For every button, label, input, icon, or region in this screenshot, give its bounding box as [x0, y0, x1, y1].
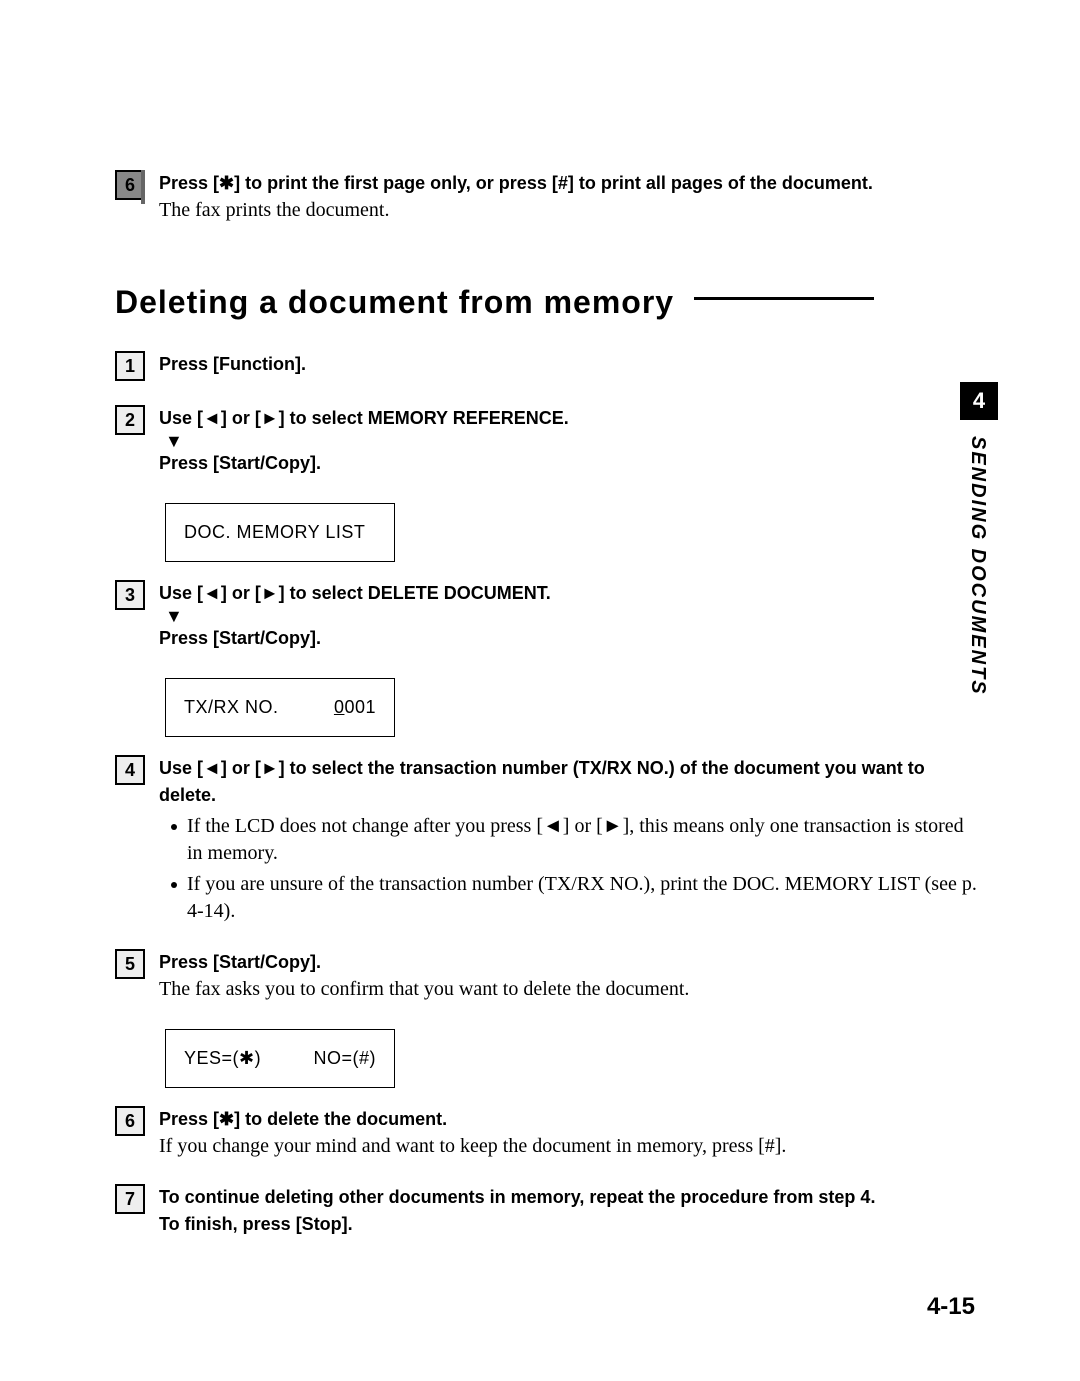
lcd-value: 0001: [334, 697, 376, 718]
step-line2: Press [Start/Copy].: [159, 628, 321, 648]
arrow-right-icon: ►: [603, 815, 623, 837]
step-line2: Press [Start/Copy].: [159, 453, 321, 473]
chapter-number-badge: 4: [960, 382, 998, 420]
step-description: The fax prints the document.: [159, 199, 390, 221]
lcd-label: TX/RX NO.: [184, 697, 279, 718]
lcd-yes: YES=(✱): [184, 1048, 261, 1069]
lcd-display: DOC. MEMORY LIST: [165, 503, 395, 562]
arrow-left-icon: ◄: [203, 583, 221, 603]
step-number-badge: 3: [115, 580, 145, 610]
lcd-display: YES=(✱) NO=(#): [165, 1029, 395, 1088]
text: ] to select MEMORY REFERENCE.: [279, 408, 569, 428]
bullet-item: If the LCD does not change after you pre…: [159, 813, 980, 867]
bullet-text: If you are unsure of the transaction num…: [187, 871, 980, 925]
lcd-display: TX/RX NO. 0001: [165, 678, 395, 737]
text: Use [: [159, 758, 203, 778]
step-7: 7 To continue deleting other documents i…: [115, 1184, 980, 1238]
text: Use [: [159, 583, 203, 603]
arrow-down-icon: ▼: [165, 432, 980, 450]
chapter-label: SENDING DOCUMENTS: [966, 436, 989, 696]
step-line1: Use [◄] or [►] to select the transaction…: [159, 758, 925, 805]
text: Press [: [159, 173, 219, 193]
text: If the LCD does not change after you pre…: [187, 815, 543, 837]
step-content: Press [Start/Copy]. The fax asks you to …: [159, 949, 980, 1003]
step-line2: To finish, press [Stop].: [159, 1214, 353, 1234]
step-number-badge: 1: [115, 351, 145, 381]
step-content: Press [✱] to print the first page only, …: [159, 170, 980, 224]
bullet-item: If you are unsure of the transaction num…: [159, 871, 980, 925]
arrow-right-icon: ►: [261, 758, 279, 778]
step-line1: Use [◄] or [►] to select MEMORY REFERENC…: [159, 408, 569, 428]
step-1: 1 Press [Function].: [115, 351, 980, 381]
step-2: 2 Use [◄] or [►] to select MEMORY REFERE…: [115, 405, 980, 477]
heading-underline: [694, 297, 874, 300]
bullet-icon: [171, 882, 177, 888]
step-number-badge: 6: [115, 170, 145, 200]
step-content: To continue deleting other documents in …: [159, 1184, 980, 1238]
top-step-6: 6 Press [✱] to print the first page only…: [115, 170, 980, 224]
step-description: If you change your mind and want to keep…: [159, 1135, 786, 1157]
section-heading: Deleting a document from memory: [115, 284, 980, 321]
lcd-digits: 001: [344, 697, 376, 717]
arrow-left-icon: ◄: [543, 815, 563, 837]
star-icon: ✱: [219, 173, 234, 193]
step-number-badge: 2: [115, 405, 145, 435]
step-content: Use [◄] or [►] to select DELETE DOCUMENT…: [159, 580, 980, 652]
step-number-badge: 7: [115, 1184, 145, 1214]
step-content: Press [✱] to delete the document. If you…: [159, 1106, 980, 1160]
arrow-down-icon: ▼: [165, 607, 980, 625]
star-icon: ✱: [219, 1109, 234, 1129]
step-number-badge: 6: [115, 1106, 145, 1136]
step-bold-text: Press [✱] to delete the document.: [159, 1109, 447, 1129]
step-description: The fax asks you to confirm that you wan…: [159, 978, 689, 1000]
arrow-right-icon: ►: [261, 408, 279, 428]
text: ] or [: [563, 815, 603, 837]
step-bold-text: Press [✱] to print the first page only, …: [159, 173, 873, 193]
step-line1: Use [◄] or [►] to select DELETE DOCUMENT…: [159, 583, 551, 603]
text: ] to print the first page only, or press…: [234, 173, 873, 193]
text: Press [: [159, 1109, 219, 1129]
step-line1: To continue deleting other documents in …: [159, 1187, 875, 1207]
text: Use [: [159, 408, 203, 428]
bullet-text: If the LCD does not change after you pre…: [187, 813, 980, 867]
step-6: 6 Press [✱] to delete the document. If y…: [115, 1106, 980, 1160]
step-number-badge: 5: [115, 949, 145, 979]
text: ] or [: [221, 583, 261, 603]
step-bold-text: Press [Start/Copy].: [159, 952, 321, 972]
step-number-badge: 4: [115, 755, 145, 785]
step-content: Use [◄] or [►] to select MEMORY REFERENC…: [159, 405, 980, 477]
step-4: 4 Use [◄] or [►] to select the transacti…: [115, 755, 980, 925]
heading-text: Deleting a document from memory: [115, 284, 674, 320]
page-number: 4-15: [927, 1293, 975, 1321]
bullet-icon: [171, 824, 177, 830]
text: ] to delete the document.: [234, 1109, 447, 1129]
arrow-right-icon: ►: [261, 583, 279, 603]
arrow-left-icon: ◄: [203, 758, 221, 778]
step-text: Press [Function].: [159, 354, 306, 374]
text: ] to select DELETE DOCUMENT.: [279, 583, 551, 603]
lcd-text: DOC. MEMORY LIST: [184, 522, 365, 542]
text: ] or [: [221, 758, 261, 778]
step-content: Press [Function].: [159, 351, 980, 378]
step-5: 5 Press [Start/Copy]. The fax asks you t…: [115, 949, 980, 1003]
text: ] or [: [221, 408, 261, 428]
chapter-tab: 4 SENDING DOCUMENTS: [960, 382, 998, 722]
step-content: Use [◄] or [►] to select the transaction…: [159, 755, 980, 925]
lcd-cursor-digit: 0: [334, 697, 345, 717]
lcd-no: NO=(#): [313, 1048, 376, 1069]
step-3: 3 Use [◄] or [►] to select DELETE DOCUME…: [115, 580, 980, 652]
arrow-left-icon: ◄: [203, 408, 221, 428]
